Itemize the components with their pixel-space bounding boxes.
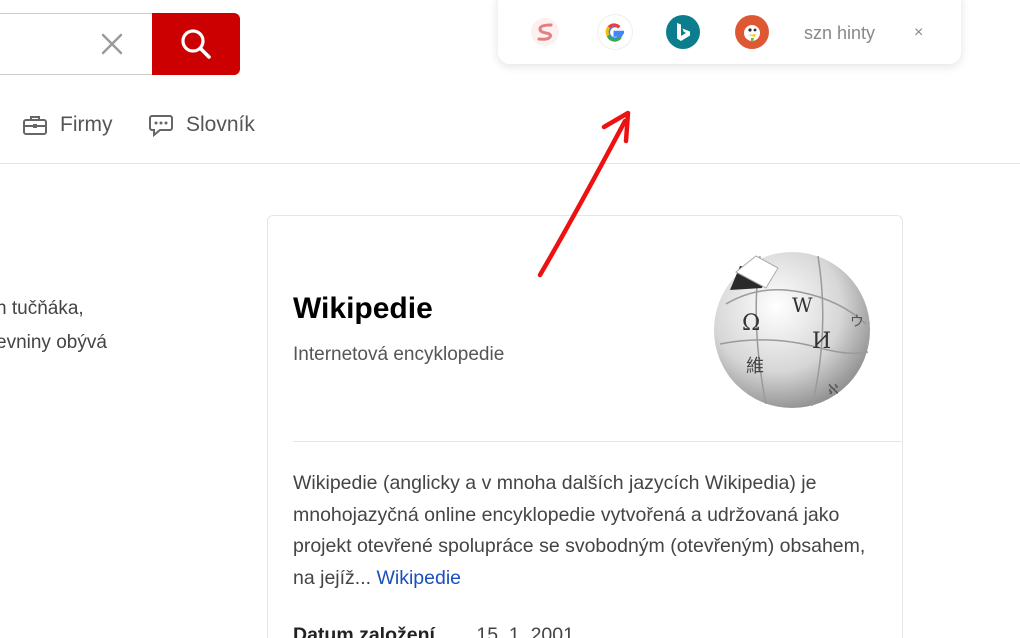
svg-text:W: W — [792, 293, 813, 317]
nav-item-firmy[interactable]: Firmy — [22, 108, 112, 142]
chat-bubble-icon — [149, 115, 173, 137]
svg-text:維: 維 — [746, 356, 764, 377]
google-engine-button[interactable] — [598, 15, 632, 49]
briefcase-icon — [23, 116, 47, 135]
search-button[interactable] — [152, 13, 240, 75]
hints-close-button[interactable]: × — [914, 24, 923, 42]
fact-row: Datum založení 15. 1. 2001 — [293, 624, 574, 638]
seznam-engine-button[interactable] — [528, 15, 562, 49]
annotation-arrow-icon — [537, 110, 631, 278]
seznam-logo-icon — [531, 18, 559, 46]
wikipedia-source-link[interactable]: Wikipedie — [376, 567, 461, 589]
bing-engine-button[interactable] — [666, 15, 700, 49]
svg-text:Ω: Ω — [742, 311, 760, 336]
duckduckgo-engine-button[interactable] — [735, 15, 769, 49]
panel-divider — [293, 441, 902, 442]
duckduckgo-logo-icon — [739, 19, 765, 45]
svg-text:И: И — [812, 329, 831, 354]
bing-logo-icon — [677, 23, 690, 41]
nav-item-label: Slovník — [186, 113, 255, 136]
close-icon — [101, 33, 123, 55]
panel-title: Wikipedie — [293, 292, 433, 325]
panel-subtitle: Internetová encyklopedie — [293, 344, 505, 365]
result-snippet: n tučňáka, evniny obývá — [0, 292, 200, 360]
snippet-line: evniny obývá — [0, 332, 107, 353]
wikipedia-logo-icon[interactable]: Ω W И 維 ウ ℵ — [700, 244, 876, 410]
search-hints-popup: szn hinty × — [498, 0, 961, 64]
search-input[interactable] — [0, 13, 152, 75]
header-divider — [0, 163, 1020, 164]
fact-label: Datum založení — [293, 624, 435, 638]
clear-search-button[interactable] — [96, 28, 128, 60]
panel-description: Wikipedie (anglicky a v mnoha dalších ja… — [293, 468, 883, 594]
fact-value: 15. 1. 2001 — [476, 624, 574, 638]
svg-text:ウ: ウ — [850, 314, 864, 330]
hints-label: szn hinty — [804, 23, 876, 43]
snippet-line: n tučňáka, — [0, 298, 84, 319]
google-logo-icon — [605, 23, 624, 42]
nav-item-slovnik[interactable]: Slovník — [148, 108, 255, 142]
nav-item-label: Firmy — [60, 113, 113, 136]
svg-text:ℵ: ℵ — [828, 382, 838, 398]
search-icon — [181, 29, 211, 59]
